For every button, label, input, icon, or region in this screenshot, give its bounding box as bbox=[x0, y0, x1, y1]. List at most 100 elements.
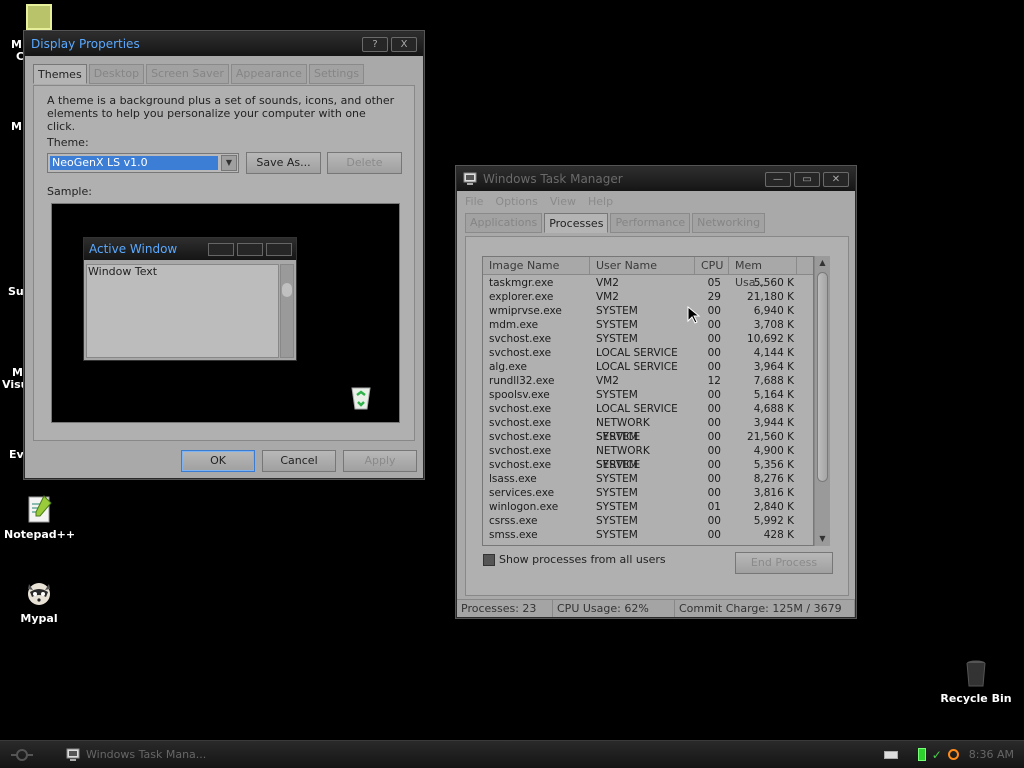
table-row[interactable]: smss.exe SYSTEM 00 428 K bbox=[483, 528, 813, 542]
chevron-down-icon[interactable]: ▼ bbox=[221, 155, 237, 171]
tab-settings[interactable]: Settings bbox=[308, 64, 365, 84]
ok-button[interactable]: OK bbox=[181, 450, 255, 472]
table-row[interactable]: csrss.exe SYSTEM 00 5,992 K bbox=[483, 514, 813, 528]
table-row[interactable]: spoolsv.exe SYSTEM 00 5,164 K bbox=[483, 388, 813, 402]
cell-image: alg.exe bbox=[489, 361, 527, 373]
notepadpp-icon bbox=[28, 495, 52, 523]
cell-image: explorer.exe bbox=[489, 291, 554, 303]
task-manager-titlebar[interactable]: Windows Task Manager — ▭ ✕ bbox=[457, 167, 855, 191]
cell-user: SYSTEM bbox=[596, 515, 638, 527]
column-mem-usage[interactable]: Mem Usa... bbox=[729, 257, 797, 289]
cell-image: services.exe bbox=[489, 487, 555, 499]
scroll-thumb[interactable] bbox=[817, 272, 828, 482]
cell-user: SYSTEM bbox=[596, 473, 638, 485]
column-user-name[interactable]: User Name bbox=[590, 257, 695, 274]
taskbar-button-task-manager[interactable]: Windows Task Mana... bbox=[62, 744, 242, 766]
table-row[interactable]: mdm.exe SYSTEM 00 3,708 K bbox=[483, 318, 813, 332]
cell-cpu: 00 bbox=[707, 347, 721, 359]
battery-icon[interactable] bbox=[917, 748, 926, 761]
desktop-label-cut[interactable]: Ev bbox=[9, 448, 24, 461]
end-process-button[interactable]: End Process bbox=[735, 552, 833, 574]
desktop-icon-recycle-bin[interactable]: Recycle Bin bbox=[940, 658, 1012, 705]
desktop-icon-label: Notepad++ bbox=[4, 528, 76, 541]
process-list-scrollbar[interactable]: ▲ ▼ bbox=[814, 256, 830, 546]
task-manager-window: Windows Task Manager — ▭ ✕ File Options … bbox=[456, 166, 856, 618]
theme-select[interactable]: NeoGenX LS v1.0 ▼ bbox=[47, 153, 239, 173]
help-button[interactable]: ? bbox=[362, 36, 388, 52]
cell-mem: 3,944 K bbox=[753, 417, 794, 429]
desktop-label-cut[interactable]: C bbox=[16, 50, 24, 63]
table-row[interactable]: svchost.exe SYSTEM 00 10,692 K bbox=[483, 332, 813, 346]
table-row[interactable]: svchost.exe LOCAL SERVICE 00 4,144 K bbox=[483, 346, 813, 360]
cell-cpu: 00 bbox=[707, 459, 721, 471]
desktop-label-cut[interactable]: M bbox=[11, 120, 22, 133]
clock[interactable]: 8:36 AM bbox=[969, 748, 1014, 761]
search-icon[interactable] bbox=[947, 749, 959, 760]
cell-cpu: 00 bbox=[707, 473, 721, 485]
cell-cpu: 00 bbox=[707, 333, 721, 345]
tab-appearance[interactable]: Appearance bbox=[230, 64, 307, 84]
desktop-label-cut[interactable]: Su bbox=[8, 285, 24, 298]
tab-desktop[interactable]: Desktop bbox=[88, 64, 145, 84]
maximize-button[interactable]: ▭ bbox=[794, 171, 820, 187]
scroll-up-icon[interactable]: ▲ bbox=[815, 256, 830, 270]
scroll-down-icon[interactable]: ▼ bbox=[815, 532, 830, 546]
column-image-name[interactable]: Image Name bbox=[483, 257, 590, 274]
show-all-users-label[interactable]: Show processes from all users bbox=[499, 553, 666, 566]
table-row[interactable]: svchost.exe NETWORK SERVICE 00 4,900 K bbox=[483, 444, 813, 471]
task-manager-menubar: File Options View Help bbox=[457, 191, 855, 209]
table-row[interactable]: winlogon.exe SYSTEM 01 2,840 K bbox=[483, 500, 813, 514]
menu-help[interactable]: Help bbox=[588, 195, 613, 209]
tab-applications[interactable]: Applications bbox=[465, 213, 543, 233]
minimize-button[interactable]: — bbox=[765, 171, 791, 187]
delete-button[interactable]: Delete bbox=[327, 152, 402, 174]
network-icon[interactable]: ✓ bbox=[932, 748, 942, 762]
preview-active-window: Active Window Window Text bbox=[83, 237, 297, 361]
desktop-icon-partial-top[interactable] bbox=[26, 4, 52, 30]
menu-file[interactable]: File bbox=[465, 195, 483, 209]
cell-user: SYSTEM bbox=[596, 501, 638, 513]
cell-image: taskmgr.exe bbox=[489, 277, 554, 289]
cell-user: SYSTEM bbox=[596, 319, 638, 331]
desktop-icon-mypal[interactable]: Mypal bbox=[4, 578, 74, 625]
tab-networking[interactable]: Networking bbox=[692, 213, 766, 233]
table-row[interactable]: taskmgr.exe VM2 05 5,560 K bbox=[483, 276, 813, 290]
cell-mem: 10,692 K bbox=[747, 333, 794, 345]
table-row[interactable]: lsass.exe SYSTEM 00 8,276 K bbox=[483, 472, 813, 486]
menu-view[interactable]: View bbox=[550, 195, 576, 209]
table-row[interactable]: services.exe SYSTEM 00 3,816 K bbox=[483, 486, 813, 500]
show-all-users-checkbox[interactable] bbox=[483, 554, 495, 566]
cancel-button[interactable]: Cancel bbox=[262, 450, 336, 472]
tab-performance[interactable]: Performance bbox=[610, 213, 691, 233]
keyboard-icon[interactable] bbox=[883, 750, 898, 759]
table-row[interactable]: svchost.exe SYSTEM 00 5,356 K bbox=[483, 458, 813, 472]
processes-panel: Image Name User Name CPU Mem Usa... task… bbox=[465, 236, 849, 596]
table-row[interactable]: alg.exe LOCAL SERVICE 00 3,964 K bbox=[483, 360, 813, 374]
tab-themes[interactable]: Themes bbox=[33, 64, 87, 84]
start-button[interactable] bbox=[2, 743, 42, 767]
cell-user: SYSTEM bbox=[596, 305, 638, 317]
close-button[interactable]: X bbox=[391, 36, 417, 52]
table-row[interactable]: wmiprvse.exe SYSTEM 00 6,940 K bbox=[483, 304, 813, 318]
preview-window-title: Active Window bbox=[89, 242, 178, 256]
table-row[interactable]: explorer.exe VM2 29 21,180 K bbox=[483, 290, 813, 304]
table-row[interactable]: svchost.exe LOCAL SERVICE 00 4,688 K bbox=[483, 402, 813, 416]
column-cpu[interactable]: CPU bbox=[695, 257, 729, 274]
tab-screen-saver[interactable]: Screen Saver bbox=[146, 64, 229, 84]
desktop-icon-notepadpp[interactable]: Notepad++ bbox=[4, 494, 76, 541]
theme-sample-preview: Active Window Window Text bbox=[51, 203, 400, 423]
theme-select-value: NeoGenX LS v1.0 bbox=[50, 156, 218, 170]
table-row[interactable]: svchost.exe NETWORK SERVICE 00 3,944 K bbox=[483, 416, 813, 443]
display-properties-titlebar[interactable]: Display Properties ? X bbox=[25, 32, 423, 56]
cell-image: smss.exe bbox=[489, 529, 538, 541]
close-button[interactable]: ✕ bbox=[823, 171, 849, 187]
tab-processes[interactable]: Processes bbox=[544, 213, 609, 233]
apply-button[interactable]: Apply bbox=[343, 450, 417, 472]
cell-user: NETWORK SERVICE bbox=[596, 417, 650, 443]
preview-window-text: Window Text bbox=[88, 265, 158, 278]
table-row[interactable]: rundll32.exe VM2 12 7,688 K bbox=[483, 374, 813, 388]
process-list[interactable]: Image Name User Name CPU Mem Usa... task… bbox=[482, 256, 814, 546]
menu-options[interactable]: Options bbox=[495, 195, 537, 209]
table-row[interactable]: svchost.exe SYSTEM 00 21,560 K bbox=[483, 430, 813, 444]
save-as-button[interactable]: Save As... bbox=[246, 152, 321, 174]
